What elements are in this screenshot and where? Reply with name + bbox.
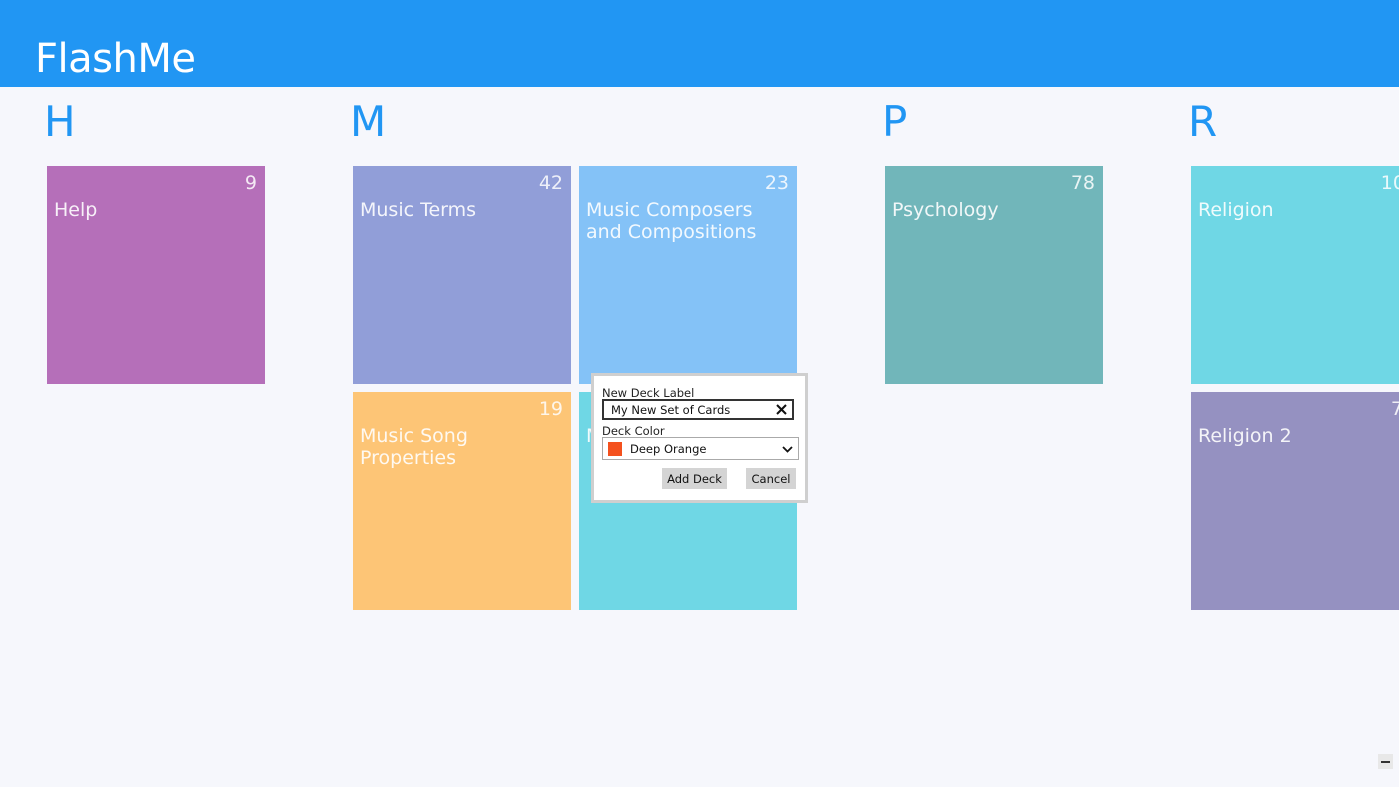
cancel-button[interactable]: Cancel (746, 468, 796, 489)
deck-tile-music-composers[interactable]: 23 Music Composers and Compositions (579, 166, 797, 384)
new-deck-dialog: New Deck Label Deck Color Deep Orange Ad… (591, 373, 808, 503)
deck-label: Music Composers and Compositions (586, 199, 757, 243)
group-header-p[interactable]: P (882, 98, 907, 146)
close-icon[interactable] (774, 402, 789, 417)
deck-label: Religion 2 (1198, 425, 1292, 447)
deck-label: Psychology (892, 199, 999, 221)
deck-card-count: 42 (538, 172, 563, 194)
app-title: FlashMe (35, 36, 196, 82)
minimize-button[interactable] (1378, 754, 1393, 769)
new-deck-label-input[interactable] (611, 401, 771, 418)
deck-color-value: Deep Orange (630, 442, 707, 456)
group-header-r[interactable]: R (1188, 98, 1217, 146)
new-deck-label-caption: New Deck Label (602, 386, 695, 400)
deck-label: Music Terms (360, 199, 477, 221)
add-deck-button[interactable]: Add Deck (662, 468, 727, 489)
new-deck-label-box[interactable] (602, 399, 794, 420)
minus-icon (1381, 761, 1390, 763)
deck-tile-music-song-properties[interactable]: 19 Music Song Properties (353, 392, 571, 610)
deck-label: Help (54, 199, 98, 221)
deck-card-count: 100 (1380, 172, 1399, 194)
deck-card-count: 23 (764, 172, 789, 194)
deck-tile-religion-2[interactable]: 71 Religion 2 (1191, 392, 1399, 610)
deck-tile-religion[interactable]: 100 Religion (1191, 166, 1399, 384)
deck-tile-help[interactable]: 9 Help (47, 166, 265, 384)
deck-card-count: 78 (1070, 172, 1095, 194)
group-header-h[interactable]: H (44, 98, 76, 146)
deck-tile-music-terms[interactable]: 42 Music Terms (353, 166, 571, 384)
deck-color-select[interactable]: Deep Orange (602, 437, 799, 460)
deck-card-count: 71 (1390, 398, 1399, 420)
deck-color-caption: Deck Color (602, 424, 665, 438)
group-header-m[interactable]: M (350, 98, 386, 146)
deck-card-count: 9 (244, 172, 257, 194)
deck-label: Religion (1198, 199, 1274, 221)
color-swatch (608, 442, 622, 456)
deck-tile-psychology[interactable]: 78 Psychology (885, 166, 1103, 384)
deck-card-count: 19 (538, 398, 563, 420)
app-header: FlashMe (0, 0, 1399, 87)
chevron-down-icon (782, 446, 793, 453)
deck-label: Music Song Properties (360, 425, 468, 469)
